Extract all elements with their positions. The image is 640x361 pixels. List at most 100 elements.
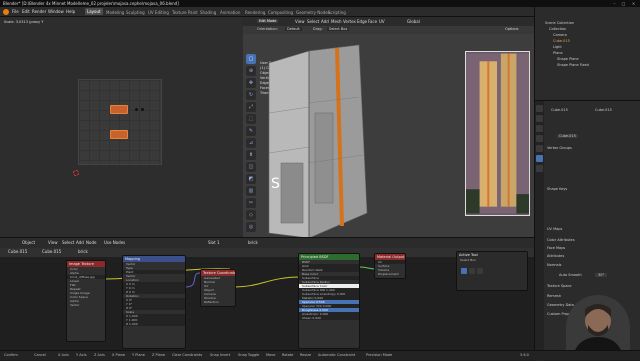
outliner-item[interactable]: Shape Plane [557,57,579,61]
output-tab-icon[interactable] [536,125,543,132]
menu-window[interactable]: Window [48,9,64,14]
section-attributes[interactable]: Attributes [547,254,564,258]
viewport-canvas[interactable]: User Perspective (1) Cube.015 Objects 1 … [243,34,534,239]
polybuild-tool-icon[interactable]: ◇ [246,210,256,220]
outliner-item[interactable]: Scene Collection [545,21,574,25]
tab-modeling[interactable]: Modeling [104,9,126,16]
mapping-node[interactable]: Mapping Vector Type Point Vector Locatio… [122,255,186,349]
section-uv-maps[interactable]: UV Maps [547,227,562,231]
move-tool-icon[interactable]: ✥ [246,78,256,88]
outliner-item[interactable]: Camera [553,33,567,37]
node-menu-node[interactable]: Node [86,240,96,245]
node-menu-view[interactable]: View [48,240,58,245]
viewport-menu-select[interactable]: Select [307,19,319,24]
tab-layout[interactable]: Layout [85,8,103,15]
tool-tab-icon[interactable] [536,105,543,112]
3d-viewport[interactable]: Edit Mode View Select Add Mesh Vertex Ed… [243,17,534,239]
render-tab-icon[interactable] [536,115,543,122]
section-face-maps[interactable]: Face Maps [547,246,565,250]
measure-tool-icon[interactable]: ⊿ [246,138,256,148]
section-vertex-groups[interactable]: Vertex Groups [547,146,572,150]
uv-editor-panel[interactable]: Scale: 3.0313 (proxy Y [0,17,243,237]
tab-compositing[interactable]: Compositing [266,9,295,16]
image-texture-node[interactable]: Image Texture Color Alpha brick_diffuse.… [66,260,106,342]
rotate-tool-icon[interactable]: ↻ [246,90,256,100]
active-tool-sidebar[interactable]: Active Tool Select Box [456,251,528,291]
tool-mode-icon[interactable] [477,268,483,274]
viewport-menu-face[interactable]: Face [368,19,377,24]
extrude-tool-icon[interactable]: ⬆ [246,150,256,160]
outliner-item-active[interactable]: Cube.015 [553,39,570,43]
transform-orientation[interactable]: Global [407,19,420,24]
loopcut-tool-icon[interactable]: ▥ [246,186,256,196]
minimize-button[interactable]: – [612,1,617,6]
bevel-tool-icon[interactable]: ◩ [246,174,256,184]
section-normals[interactable]: Normals [547,263,562,267]
inset-tool-icon[interactable]: ◫ [246,162,256,172]
orientation-dropdown[interactable]: Default [285,27,302,31]
viewport-menu-mesh[interactable]: Mesh [331,19,342,24]
cursor-2d-icon[interactable] [73,170,79,176]
uv-island-bottom[interactable] [110,130,128,139]
section-color-attributes[interactable]: Color Attributes [547,238,575,242]
tool-select-icon[interactable] [461,268,467,274]
section-remesh[interactable]: Remesh [547,294,561,298]
material-tab-icon[interactable] [536,165,543,172]
tab-scripting[interactable]: Scripting [326,9,348,16]
uv-grid[interactable] [78,79,162,165]
viewport-menu-view[interactable]: View [295,19,305,24]
viewport-menu-vertex[interactable]: Vertex [343,19,356,24]
select-box-tool-icon[interactable]: ▢ [246,54,256,64]
outliner-panel[interactable]: Scene Collection Collection Camera Cube.… [534,7,640,100]
material-output-node[interactable]: Material Output All Surface Volume Displ… [374,253,406,279]
mesh-data-tab-icon[interactable] [536,155,543,162]
maximize-button[interactable]: □ [621,1,626,6]
cursor-tool-icon[interactable]: ⊕ [246,66,256,76]
outliner-item[interactable]: Collection [549,27,566,31]
uv-island-top[interactable] [110,105,128,114]
breadcrumb-object[interactable]: Cube.015 [8,249,27,254]
slot-dropdown[interactable]: Slot 1 [208,240,219,245]
node-socket[interactable]: Reflection [201,300,235,304]
blender-logo-icon[interactable] [3,9,9,15]
breadcrumb-material[interactable]: brick [78,249,88,254]
node-editor-canvas[interactable]: Image Texture Color Alpha brick_diffuse.… [0,251,534,350]
menu-file[interactable]: File [12,9,19,14]
knife-tool-icon[interactable]: ✂ [246,198,256,208]
spin-tool-icon[interactable]: ◎ [246,222,256,232]
object-dropdown[interactable]: Object [22,240,35,245]
annotate-tool-icon[interactable]: ✎ [246,126,256,136]
tab-rendering[interactable]: Rendering [243,9,267,16]
outliner-item[interactable]: Plane [553,51,563,55]
building-mesh[interactable] [259,43,369,243]
section-texture-space[interactable]: Texture Space [547,284,572,288]
tool-mode-icon[interactable] [469,268,475,274]
viewport-menu-add[interactable]: Add [321,19,329,24]
viewport-menu-edge[interactable]: Edge [357,19,367,24]
tab-sculpting[interactable]: Sculpting [124,9,147,16]
drag-dropdown[interactable]: Select Box [327,27,350,31]
principled-bsdf-node[interactable]: Principled BSDF BSDF GGX Random Walk Bas… [298,253,360,349]
tab-texture-paint[interactable]: Texture Paint [170,9,200,16]
viewport-menu-uv[interactable]: UV [379,19,385,24]
outliner-item[interactable]: Light [553,45,562,49]
scene-tab-icon[interactable] [536,135,543,142]
auto-smooth-checkbox[interactable]: Auto Smooth [559,273,582,277]
mesh-data-field[interactable]: Cube.015 [557,134,578,138]
menu-render[interactable]: Render [32,9,46,14]
active-tool-name[interactable]: Select Box [457,258,527,262]
tab-shading[interactable]: Shading [198,9,218,16]
transform-tool-icon[interactable]: ⬚ [246,114,256,124]
tab-uv-editing[interactable]: UV Editing [146,9,171,16]
node-socket[interactable]: Displacement [375,272,405,276]
scale-z[interactable]: Z 1.000 [123,322,185,326]
node-slider[interactable]: Sheen 0.000 [299,316,359,320]
scale-tool-icon[interactable]: ⤢ [246,102,256,112]
uv-vertex-dot[interactable] [135,108,138,111]
menu-help[interactable]: Help [66,9,75,14]
tab-animation[interactable]: Animation [218,9,242,16]
object-tab-icon[interactable] [536,145,543,152]
mode-selector[interactable]: Edit Mode [257,19,279,23]
material-selector[interactable]: brick [248,240,258,245]
node-socket[interactable]: Vector [67,303,105,307]
